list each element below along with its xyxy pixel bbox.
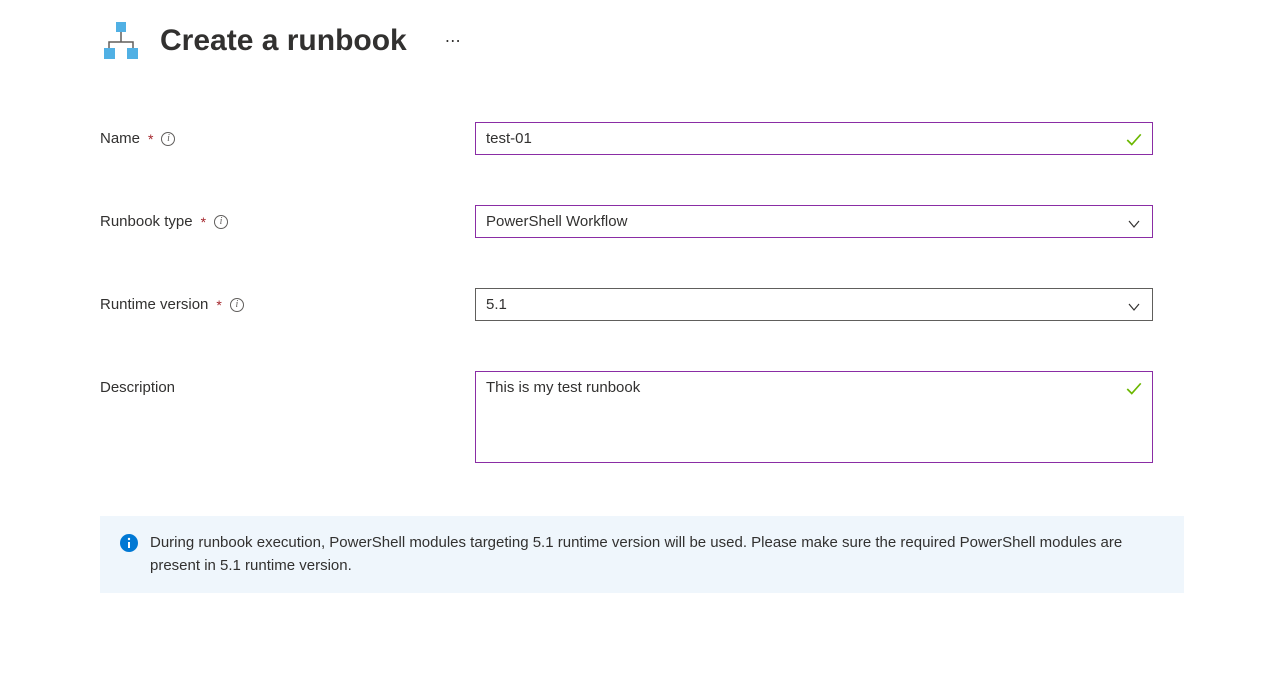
- page-header: Create a runbook ⋯: [100, 20, 1184, 62]
- runbook-type-row: Runbook type * i PowerShell Workflow: [100, 205, 1184, 238]
- info-banner: During runbook execution, PowerShell mod…: [100, 516, 1184, 593]
- required-asterisk: *: [148, 131, 153, 147]
- page-title: Create a runbook: [160, 24, 407, 58]
- runbook-type-label-text: Runbook type: [100, 213, 193, 230]
- name-label-text: Name: [100, 130, 140, 147]
- runtime-version-label: Runtime version * i: [100, 288, 475, 313]
- name-row: Name * i: [100, 122, 1184, 155]
- runbook-type-value: PowerShell Workflow: [486, 213, 627, 230]
- name-input[interactable]: [475, 122, 1153, 155]
- description-label-text: Description: [100, 379, 175, 396]
- runtime-version-row: Runtime version * i 5.1: [100, 288, 1184, 321]
- description-label: Description: [100, 371, 475, 396]
- info-circle-icon: [120, 534, 138, 552]
- info-icon[interactable]: i: [214, 215, 228, 229]
- required-asterisk: *: [216, 297, 221, 313]
- info-banner-text: During runbook execution, PowerShell mod…: [150, 532, 1164, 577]
- runbook-hierarchy-icon: [100, 20, 142, 62]
- runtime-version-select[interactable]: 5.1: [475, 288, 1153, 321]
- runbook-type-label: Runbook type * i: [100, 205, 475, 230]
- required-asterisk: *: [201, 214, 206, 230]
- description-row: Description: [100, 371, 1184, 466]
- name-label: Name * i: [100, 122, 475, 147]
- runtime-version-value: 5.1: [486, 296, 507, 313]
- info-icon[interactable]: i: [230, 298, 244, 312]
- runbook-type-select[interactable]: PowerShell Workflow: [475, 205, 1153, 238]
- more-options-icon[interactable]: ⋯: [445, 31, 463, 51]
- description-input[interactable]: [475, 371, 1153, 463]
- info-icon[interactable]: i: [161, 132, 175, 146]
- runtime-version-label-text: Runtime version: [100, 296, 208, 313]
